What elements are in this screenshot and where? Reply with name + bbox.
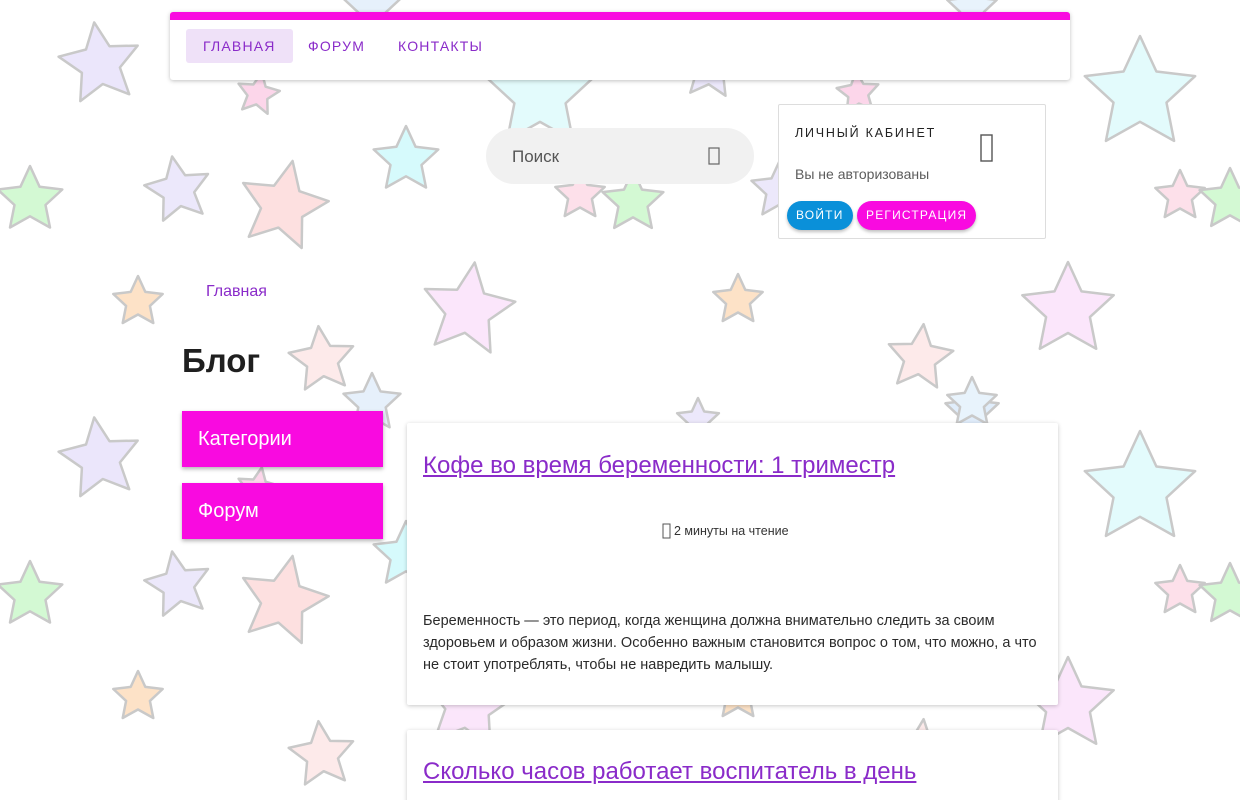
search-input[interactable] [510,142,704,172]
background-star [241,159,330,250]
background-star [1198,561,1240,623]
background-star [112,669,164,720]
background-star [0,559,64,624]
background-star [112,274,164,325]
post-card: Кофе во время беременности: 1 триместр 2… [407,423,1058,705]
background-star [372,124,440,189]
background-star [887,322,955,389]
nav-item-contacts[interactable]: КОНТАКТЫ [381,29,500,63]
sidebar-item-forum[interactable]: Форум [182,483,383,539]
background-star [1083,429,1197,538]
account-status: Вы не авторизованы [795,166,930,182]
search-icon[interactable] [707,146,727,166]
background-star [1198,166,1240,228]
post-title-link[interactable]: Сколько часов работает воспитатель в ден… [423,758,916,786]
background-star [423,261,517,354]
post-excerpt: Беременность — это период, когда женщина… [423,613,1037,673]
nav-item-home[interactable]: ГЛАВНАЯ [186,29,293,63]
user-icon [980,134,993,162]
login-button[interactable]: ВОЙТИ [787,201,853,230]
background-star [1083,34,1197,143]
background-star [241,554,330,645]
background-star [712,272,764,323]
breadcrumb-home[interactable]: Главная [206,283,267,301]
background-star [143,550,210,617]
page-title: Блог [182,342,261,379]
nav-item-forum[interactable]: ФОРУМ [291,29,382,63]
background-star [1154,563,1206,614]
clock-icon [662,523,671,539]
background-star [287,719,355,786]
background-star [287,324,355,391]
background-star [1021,260,1115,351]
account-title: ЛИЧНЫЙ КАБИНЕТ [795,126,937,140]
search-box [486,128,754,184]
read-time: 2 минуты на чтение [662,523,789,539]
post-title-link[interactable]: Кофе во время беременности: 1 триместр [423,452,895,480]
background-star [57,416,139,498]
background-star [57,21,139,103]
page: ГЛАВНАЯ ФОРУМ КОНТАКТЫ ЛИЧНЫЙ КАБИНЕТ Вы… [0,0,1240,800]
register-button[interactable]: РЕГИСТРАЦИЯ [857,201,977,230]
read-time-label: 2 минуты на чтение [674,524,789,538]
post-card: Сколько часов работает воспитатель в ден… [407,730,1058,800]
sidebar-item-categories[interactable]: Категории [182,411,383,467]
top-navigation: ГЛАВНАЯ ФОРУМ КОНТАКТЫ [170,12,1070,80]
background-star [0,164,64,229]
account-card: ЛИЧНЫЙ КАБИНЕТ Вы не авторизованы ВОЙТИ … [778,104,1046,239]
background-star [143,155,210,222]
background-star [1154,168,1206,219]
